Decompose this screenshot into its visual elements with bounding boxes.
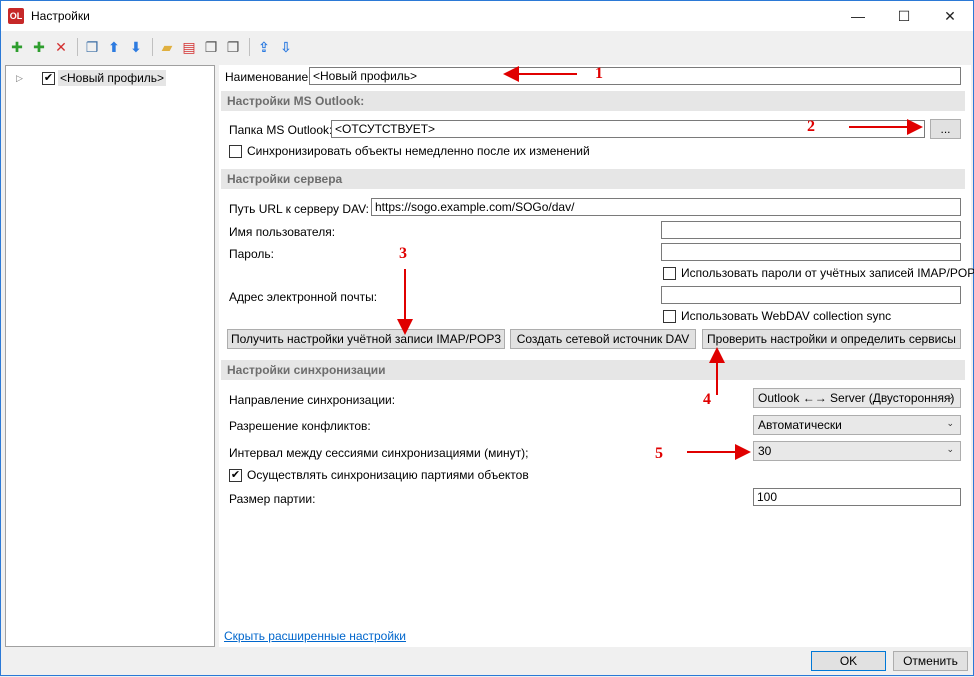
use-webdav-sync-label: Использовать WebDAV collection sync	[681, 309, 892, 323]
move-down-icon[interactable]: ⬇	[126, 37, 146, 57]
sync-interval-select[interactable]: 30 ⌄	[753, 441, 961, 461]
tree-item-profile[interactable]: ▷ ✔ <Новый профиль>	[16, 70, 167, 86]
profile-label[interactable]: <Новый профиль>	[58, 70, 167, 86]
use-webdav-sync-checkbox[interactable]	[663, 309, 676, 323]
section-server: Настройки сервера	[221, 169, 965, 189]
export-icon[interactable]: ⇪	[254, 37, 274, 57]
cancel-button[interactable]: Отменить	[893, 651, 968, 671]
settings-panel: Наименование: <Новый профиль> Настройки …	[219, 65, 974, 647]
use-imap-passwords-row[interactable]: Использовать пароли от учётных записей I…	[663, 266, 974, 280]
ok-button[interactable]: OK	[811, 651, 886, 671]
dav-url-label: Путь URL к серверу DAV:	[229, 202, 369, 216]
email-label: Адрес электронной почты:	[229, 290, 378, 304]
outlook-folder-label: Папка MS Outlook:	[229, 123, 333, 137]
annotation-label-3: 3	[399, 245, 407, 262]
delete-icon[interactable]: ✕	[51, 37, 71, 57]
annotation-label-1: 1	[595, 65, 603, 82]
settings-window: OL Настройки — ☐ ✕ ✚ ✚ ✕ ❐ ⬆ ⬇ ▰ ▤ ❐ ❐ ⇪ ⇩ ▷ ✔ <Нов…	[0, 0, 974, 676]
chevron-down-icon[interactable]: ⌄	[946, 418, 954, 429]
sync-immediately-checkbox[interactable]	[229, 144, 242, 158]
create-dav-source-button[interactable]: Создать сетевой источник DAV	[510, 329, 696, 349]
conflict-resolution-select[interactable]: Автоматически ⌄	[753, 415, 961, 435]
add-profile-icon[interactable]: ✚	[7, 37, 27, 57]
use-imap-passwords-checkbox[interactable]	[663, 266, 676, 280]
browse-folder-button[interactable]: ...	[930, 119, 961, 139]
conflict-resolution-label: Разрешение конфликтов:	[229, 419, 371, 433]
password-input[interactable]	[661, 243, 961, 261]
test-settings-button[interactable]: Проверить настройки и определить сервисы	[702, 329, 961, 349]
conflict-resolution-value: Автоматически	[758, 418, 842, 432]
password-label: Пароль:	[229, 247, 274, 261]
sync-immediately-row[interactable]: Синхронизировать объекты немедленно посл…	[229, 144, 590, 158]
outlook-folder-input[interactable]: <ОТСУТСТВУЕТ>	[331, 120, 925, 138]
batch-sync-label: Осуществлять синхронизацию партиями объе…	[247, 468, 529, 482]
title-bar: OL Настройки — ☐ ✕	[1, 1, 973, 31]
maximize-button[interactable]: ☐	[881, 1, 927, 31]
get-imap-settings-button[interactable]: Получить настройки учётной записи IMAP/P…	[227, 329, 505, 349]
annotation-label-2: 2	[807, 118, 815, 135]
toolbar-separator	[152, 38, 153, 56]
clear-cache-icon[interactable]: ▤	[179, 37, 199, 57]
use-imap-passwords-label: Использовать пароли от учётных записей I…	[681, 266, 974, 280]
sync-direction-value: Outlook ←→ Server (Двусторонняя)	[758, 391, 955, 405]
toolbar: ✚ ✚ ✕ ❐ ⬆ ⬇ ▰ ▤ ❐ ❐ ⇪ ⇩	[1, 32, 973, 62]
expand-icon[interactable]: ❐	[223, 37, 243, 57]
batch-sync-row[interactable]: ✔ Осуществлять синхронизацию партиями об…	[229, 468, 529, 482]
import-icon[interactable]: ⇩	[276, 37, 296, 57]
move-up-icon[interactable]: ⬆	[104, 37, 124, 57]
annotation-label-5: 5	[655, 445, 663, 462]
app-logo-icon: OL	[8, 8, 24, 24]
profile-tree[interactable]: ▷ ✔ <Новый профиль>	[5, 65, 215, 647]
hide-advanced-settings-link[interactable]: Скрыть расширенные настройки	[224, 629, 406, 643]
chevron-down-icon[interactable]: ⌄	[946, 444, 954, 455]
close-button[interactable]: ✕	[927, 1, 973, 31]
sync-interval-label: Интервал между сессиями синхронизациями …	[229, 446, 529, 460]
annotation-label-4: 4	[703, 391, 711, 408]
email-input[interactable]	[661, 286, 961, 304]
username-label: Имя пользователя:	[229, 225, 336, 239]
copy-icon[interactable]: ❐	[82, 37, 102, 57]
sync-direction-select[interactable]: Outlook ←→ Server (Двусторонняя) ⌄	[753, 388, 961, 408]
dav-url-input[interactable]: https://sogo.example.com/SOGo/dav/	[371, 198, 961, 216]
minimize-button[interactable]: —	[835, 1, 881, 31]
sync-interval-value: 30	[758, 444, 772, 458]
folder-icon[interactable]: ▰	[157, 37, 177, 57]
window-title: Настройки	[31, 9, 90, 23]
use-webdav-sync-row[interactable]: Использовать WebDAV collection sync	[663, 309, 891, 323]
collapse-icon[interactable]: ❐	[201, 37, 221, 57]
toolbar-separator	[77, 38, 78, 56]
section-outlook: Настройки MS Outlook:	[221, 91, 965, 111]
batch-sync-checkbox[interactable]: ✔	[229, 468, 242, 482]
batch-size-label: Размер партии:	[229, 492, 316, 506]
profile-name-input[interactable]: <Новый профиль>	[309, 67, 961, 85]
name-label: Наименование:	[225, 70, 312, 84]
sync-direction-label: Направление синхронизации:	[229, 393, 396, 407]
section-sync: Настройки синхронизации	[221, 360, 965, 380]
expand-arrow-icon[interactable]: ▷	[16, 73, 26, 84]
profile-checkbox[interactable]: ✔	[42, 71, 55, 85]
sync-immediately-label: Синхронизировать объекты немедленно посл…	[247, 144, 590, 158]
batch-size-input[interactable]: 100	[753, 488, 961, 506]
toolbar-separator	[249, 38, 250, 56]
chevron-down-icon[interactable]: ⌄	[946, 391, 954, 402]
add-multiple-icon[interactable]: ✚	[29, 37, 49, 57]
username-input[interactable]	[661, 221, 961, 239]
